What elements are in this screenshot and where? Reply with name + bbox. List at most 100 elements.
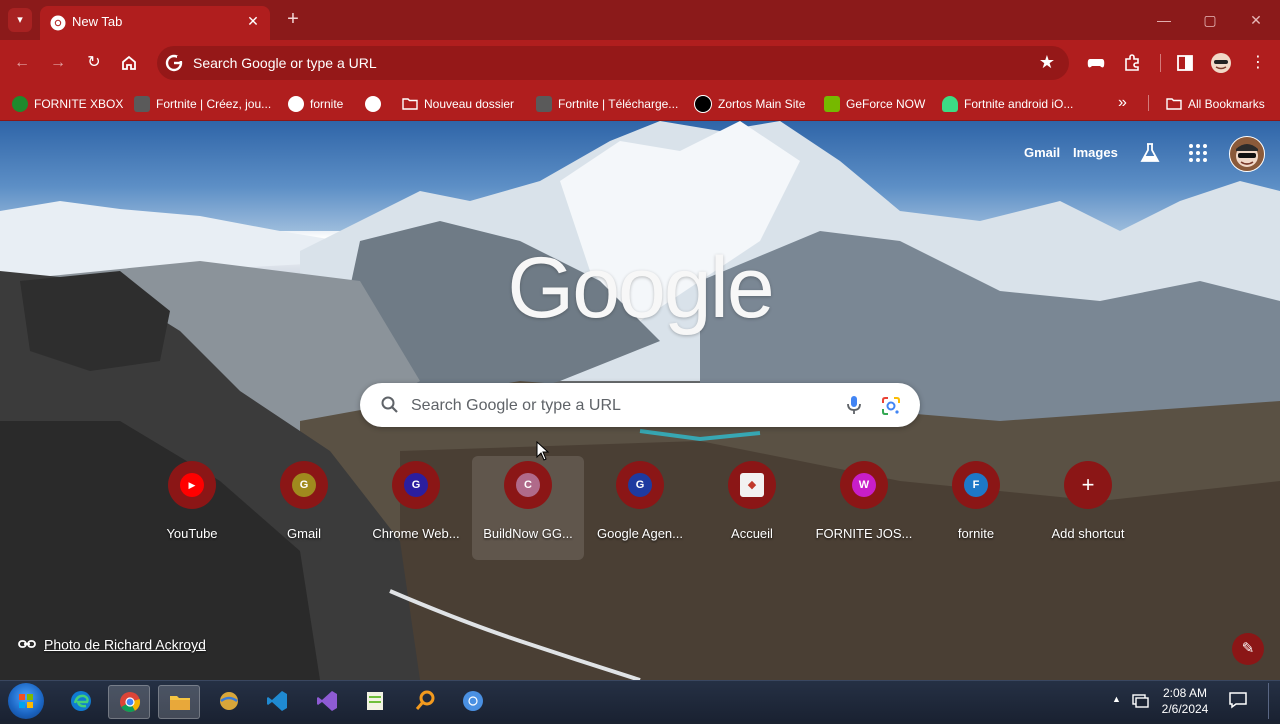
photo-attribution[interactable]: Photo de Richard Ackroyd — [18, 635, 206, 657]
bookmarks-overflow-button[interactable]: » — [1118, 93, 1127, 113]
letter-g-icon: G — [628, 473, 652, 497]
bookmark-folder-nouveau-dossier[interactable]: Nouveau dossier — [402, 93, 514, 113]
chromium-icon — [463, 691, 483, 711]
shortcut-fornite-jos[interactable]: W FORNITE JOS... — [808, 456, 920, 560]
taskbar-clock[interactable]: 2:08 AM 2/6/2024 — [1158, 685, 1212, 717]
home-icon — [122, 55, 136, 70]
roblox-icon: ◆ — [740, 473, 764, 497]
bookmark-fornite-xbox[interactable]: FORNITE XBOX — [12, 93, 123, 113]
notification-icon[interactable] — [1228, 691, 1248, 709]
fortnite-icon — [134, 95, 150, 112]
toolbar: ← → ↻ Search Google or type a URL ★ ⋮ — [0, 40, 1280, 86]
chrome-menu-button[interactable]: ⋮ — [1246, 51, 1270, 75]
google-lens-icon[interactable] — [880, 395, 902, 417]
add-shortcut-button[interactable]: + Add shortcut — [1032, 456, 1144, 560]
maximize-button[interactable]: ▢ — [1200, 10, 1220, 30]
mouse-cursor-icon — [536, 441, 550, 461]
taskbar-visual-studio[interactable] — [306, 685, 346, 717]
show-desktop-button[interactable] — [1268, 683, 1279, 719]
shortcut-google-agenda[interactable]: G Google Agen... — [584, 456, 696, 560]
start-button[interactable] — [8, 683, 44, 719]
tray-overflow-button[interactable]: ▲ — [1112, 694, 1121, 704]
taskbar-chrome[interactable] — [108, 685, 150, 719]
tab-close-button[interactable]: ✕ — [244, 12, 262, 30]
xbox-icon — [12, 95, 28, 112]
minimize-button[interactable]: — — [1154, 10, 1174, 30]
letter-g-icon: G — [404, 473, 428, 497]
taskbar-app-ball[interactable] — [208, 685, 248, 717]
folder-icon — [1166, 98, 1182, 110]
bookmark-zortos[interactable]: Zortos Main Site — [694, 93, 805, 113]
bookmark-globe[interactable] — [365, 93, 387, 113]
taskbar-chromium[interactable] — [452, 685, 492, 717]
folder-icon — [402, 98, 418, 110]
windows-taskbar: ▲ 2:08 AM 2/6/2024 — [0, 680, 1280, 721]
shortcut-chrome-web-store[interactable]: G Chrome Web... — [360, 456, 472, 560]
gamepad-extension-button[interactable] — [1084, 51, 1108, 75]
taskbar-file-explorer[interactable] — [158, 685, 200, 719]
customize-chrome-button[interactable]: ✎ — [1232, 633, 1264, 665]
windows-logo-icon — [19, 694, 33, 708]
shortcut-label: fornite — [957, 526, 995, 541]
gmail-link[interactable]: Gmail — [1024, 145, 1060, 160]
images-link[interactable]: Images — [1073, 145, 1118, 160]
bookmark-fortnite-creez[interactable]: Fortnite | Créez, jou... — [134, 93, 271, 113]
profile-button[interactable] — [1209, 51, 1233, 75]
shortcut-gmail[interactable]: G Gmail — [248, 456, 360, 560]
youtube-icon: ▶ — [180, 473, 204, 497]
chrome-icon — [50, 15, 66, 31]
shortcut-buildnow-gg[interactable]: C BuildNow GG... — [472, 456, 584, 560]
globe-icon — [365, 95, 381, 112]
account-avatar[interactable] — [1229, 136, 1265, 172]
gamepad-icon — [1087, 59, 1105, 68]
voice-search-icon[interactable] — [844, 394, 864, 416]
puzzle-icon — [1125, 54, 1139, 71]
google-apps-icon[interactable] — [1187, 142, 1209, 164]
notepad-icon — [367, 692, 383, 710]
fortnite-icon — [536, 95, 552, 112]
taskbar-edge[interactable] — [60, 685, 100, 717]
reload-button[interactable]: ↻ — [82, 51, 106, 75]
shortcut-accueil[interactable]: ◆ Accueil — [696, 456, 808, 560]
network-icon[interactable] — [1132, 693, 1150, 709]
bookmarks-divider — [1148, 95, 1149, 111]
new-tab-page: Gmail Images Google Search Google or typ… — [0, 121, 1280, 680]
taskbar-search-tool[interactable] — [404, 685, 444, 717]
bookmarks-bar: FORNITE XBOX Fortnite | Créez, jou... fo… — [0, 86, 1280, 121]
nvidia-icon — [824, 95, 840, 112]
edge-icon — [71, 691, 91, 711]
window-close-button[interactable]: ✕ — [1246, 10, 1266, 30]
labs-flask-icon[interactable] — [1139, 142, 1161, 164]
tab-new-tab[interactable]: New Tab ✕ — [40, 6, 270, 40]
shortcut-label: BuildNow GG... — [483, 526, 573, 541]
extensions-button[interactable] — [1120, 51, 1144, 75]
taskbar-notepadpp[interactable] — [354, 685, 394, 717]
home-button[interactable] — [117, 51, 141, 75]
shortcut-tile: ▶ — [168, 461, 216, 509]
bookmark-geforce-now[interactable]: GeForce NOW — [824, 93, 925, 113]
bookmark-fortnite-android[interactable]: Fortnite android iO... — [942, 93, 1073, 113]
side-panel-button[interactable] — [1173, 51, 1197, 75]
bookmark-star-icon[interactable]: ★ — [1039, 52, 1055, 73]
shortcut-youtube[interactable]: ▶ YouTube — [136, 456, 248, 560]
forward-button[interactable]: → — [46, 51, 70, 75]
folder-icon — [170, 696, 190, 710]
all-bookmarks-button[interactable]: All Bookmarks — [1166, 93, 1265, 113]
address-bar[interactable]: Search Google or type a URL ★ — [157, 46, 1069, 80]
bookmark-fornite[interactable]: fornite — [288, 93, 343, 113]
ntp-search-box[interactable]: Search Google or type a URL — [360, 383, 920, 427]
shortcut-label: Gmail — [287, 526, 321, 541]
bookmark-fortnite-telecharger[interactable]: Fortnite | Télécharge... — [536, 93, 678, 113]
shortcut-tile: + — [1064, 461, 1112, 509]
shortcut-tile: ◆ — [728, 461, 776, 509]
new-tab-button[interactable]: + — [282, 8, 304, 30]
shortcut-label: YouTube — [166, 526, 218, 541]
taskbar-vscode[interactable] — [256, 685, 296, 717]
tab-search-button[interactable]: ▾ — [8, 8, 32, 32]
letter-g-icon: G — [292, 473, 316, 497]
google-logo: Google — [507, 240, 774, 336]
shortcut-label: Chrome Web... — [372, 526, 460, 541]
back-button[interactable]: ← — [10, 51, 34, 75]
shortcut-fornite[interactable]: F fornite — [920, 456, 1032, 560]
letter-w-icon: W — [852, 473, 876, 497]
